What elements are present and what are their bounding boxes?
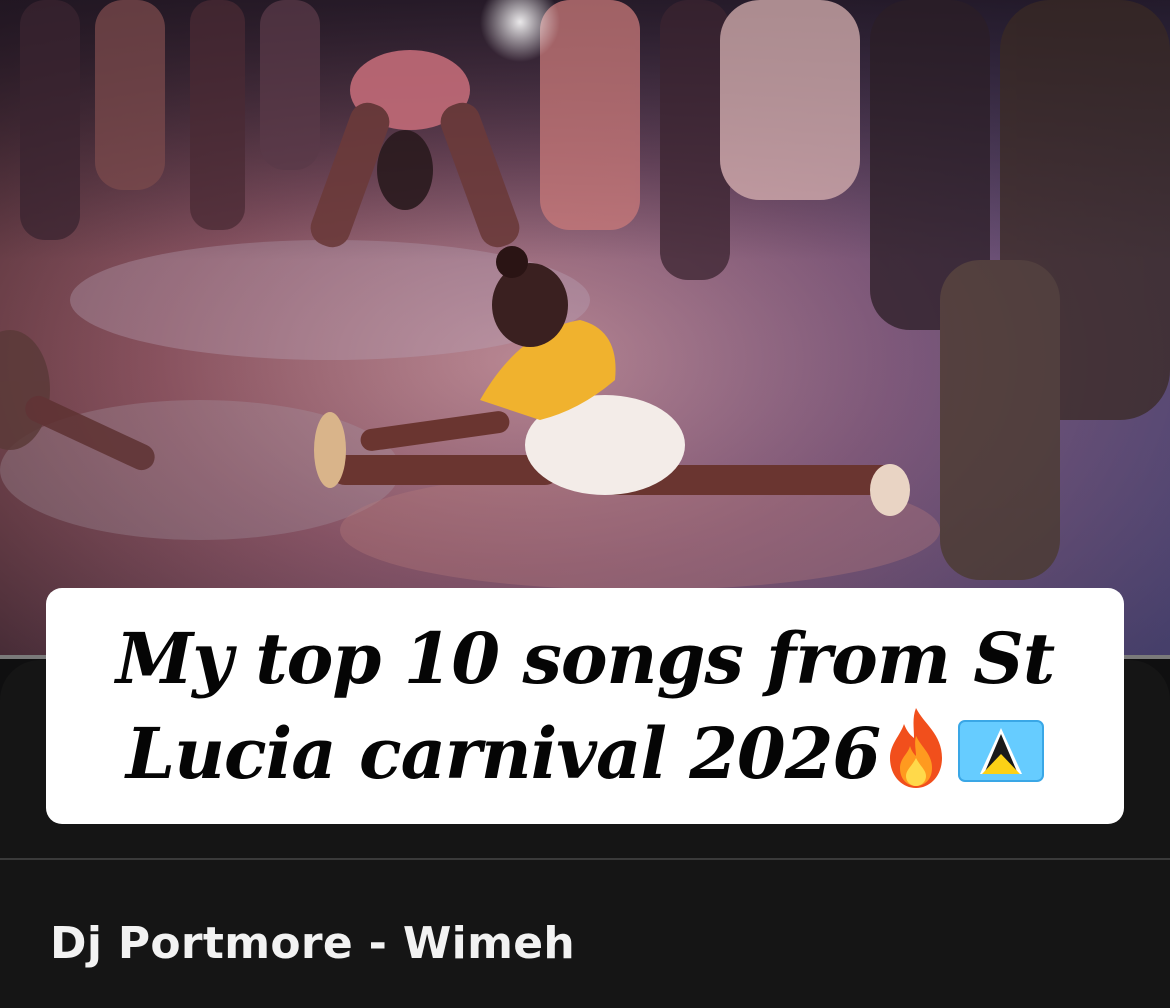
video-player[interactable]: [0, 0, 1170, 655]
now-playing-track-label[interactable]: Dj Portmore - Wimeh: [50, 914, 575, 974]
caption-card: My top 10 songs from St Lucia carnival 20…: [46, 588, 1124, 824]
divider: [0, 858, 1170, 860]
video-screen: Dj Portmore - Wimeh My top 10 songs from…: [0, 0, 1170, 1008]
caption-line-1: My top 10 songs from St: [115, 616, 1055, 700]
saint-lucia-flag-icon: [958, 719, 1045, 782]
caption-text: My top 10 songs from St Lucia carnival 20…: [75, 612, 1095, 801]
video-thumbnail: [0, 0, 1170, 655]
fire-icon: [890, 707, 943, 788]
caption-line-2: Lucia carnival 2026: [125, 711, 881, 795]
